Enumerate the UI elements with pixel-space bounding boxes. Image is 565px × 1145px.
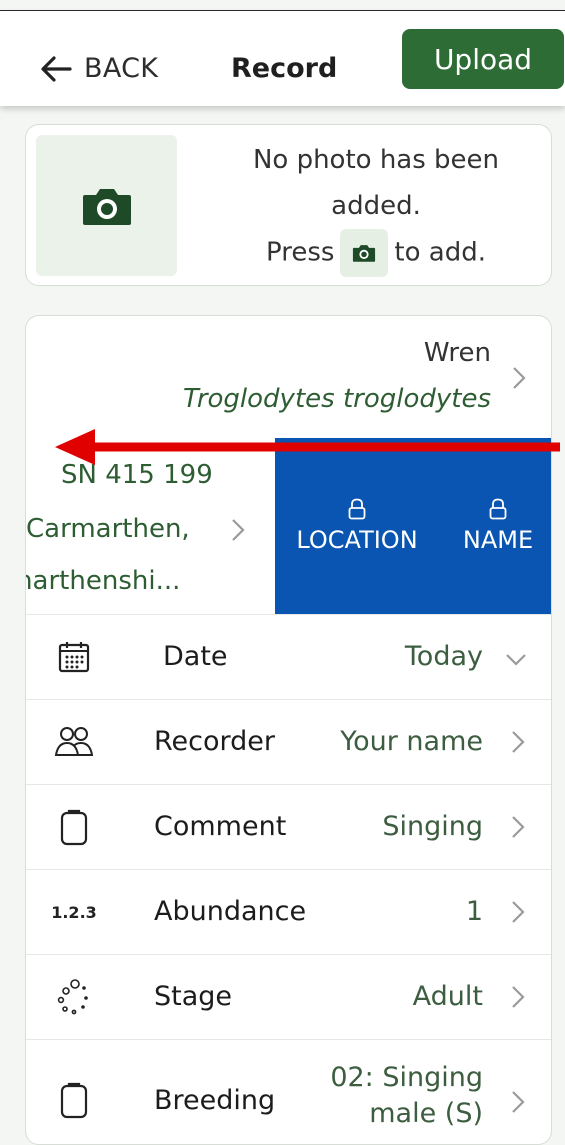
back-label: BACK — [84, 53, 159, 84]
lock-name-label: NAME — [462, 526, 534, 554]
chevron-right-icon — [512, 731, 525, 753]
date-label: Date — [163, 641, 228, 672]
stage-label: Stage — [154, 981, 233, 1012]
lock-name-button[interactable]: NAME — [455, 498, 541, 554]
date-value: Today — [404, 641, 483, 672]
numbers-icon: 1.2.3 — [51, 892, 97, 932]
species-common-name: Wren — [423, 338, 491, 368]
press-text: Press — [265, 237, 335, 268]
stages-icon — [54, 977, 94, 1017]
comment-value: Singing — [382, 811, 483, 842]
chevron-right-icon — [512, 1091, 525, 1113]
breeding-value-line: 02: Singing — [330, 1062, 483, 1093]
lock-location-button[interactable]: LOCATION — [291, 498, 423, 554]
date-row[interactable]: Date Today — [26, 614, 551, 700]
recorder-label: Recorder — [154, 726, 275, 757]
abundance-value: 1 — [465, 896, 483, 927]
page-title: Record — [231, 53, 338, 84]
breeding-row[interactable]: Breeding 02: Singing male (S) — [26, 1039, 551, 1144]
lock-icon — [348, 498, 366, 520]
breeding-label: Breeding — [154, 1085, 276, 1116]
clipboard-icon — [54, 807, 94, 847]
chevron-right-icon — [513, 367, 526, 389]
recorder-row[interactable]: Recorder Your name — [26, 699, 551, 785]
chevron-right-icon — [512, 986, 525, 1008]
arrow-left-icon — [41, 55, 72, 82]
abundance-row[interactable]: 1.2.3 Abundance 1 — [26, 869, 551, 955]
breeding-value: 02: Singing male (S) — [330, 1060, 483, 1132]
location-county: rmarthenshi... — [26, 566, 181, 596]
breeding-value-line: male (S) — [369, 1098, 483, 1129]
lock-location-label: LOCATION — [296, 526, 418, 554]
calendar-icon — [54, 637, 94, 677]
header-bar: BACK Record Upload — [0, 11, 565, 106]
photo-card: No photo has been added. Press to add. — [25, 124, 552, 286]
lock-icon — [489, 498, 507, 520]
recorder-value: Your name — [340, 726, 483, 757]
location-name: Carmarthen, — [26, 514, 190, 544]
add-photo-button[interactable] — [36, 135, 177, 276]
camera-icon — [82, 188, 131, 225]
species-row[interactable]: Wren Troglodytes troglodytes — [26, 316, 551, 436]
upload-button[interactable]: Upload — [402, 29, 564, 89]
photo-message: No photo has been added. Press to add. — [216, 137, 536, 277]
chevron-right-icon — [512, 816, 525, 838]
comment-label: Comment — [154, 811, 287, 842]
abundance-label: Abundance — [154, 896, 307, 927]
comment-row[interactable]: Comment Singing — [26, 784, 551, 870]
species-latin-name: Troglodytes troglodytes — [182, 384, 491, 414]
chevron-right-icon — [512, 901, 525, 923]
stage-row[interactable]: Stage Adult — [26, 954, 551, 1040]
back-button[interactable]: BACK — [40, 53, 158, 84]
chevron-down-icon — [506, 654, 526, 666]
users-icon — [54, 722, 94, 762]
chevron-right-icon — [232, 519, 245, 541]
inline-camera-icon — [340, 229, 389, 277]
to-add-text: to add. — [394, 237, 486, 268]
numbers-icon-text: 1.2.3 — [51, 902, 97, 922]
photo-message-line: No photo has been added. — [252, 145, 500, 221]
clipboard-icon — [54, 1080, 94, 1120]
swipe-left-arrow-icon — [55, 429, 560, 465]
photo-instruction: Press to add. — [216, 229, 536, 277]
stage-value: Adult — [412, 981, 483, 1012]
